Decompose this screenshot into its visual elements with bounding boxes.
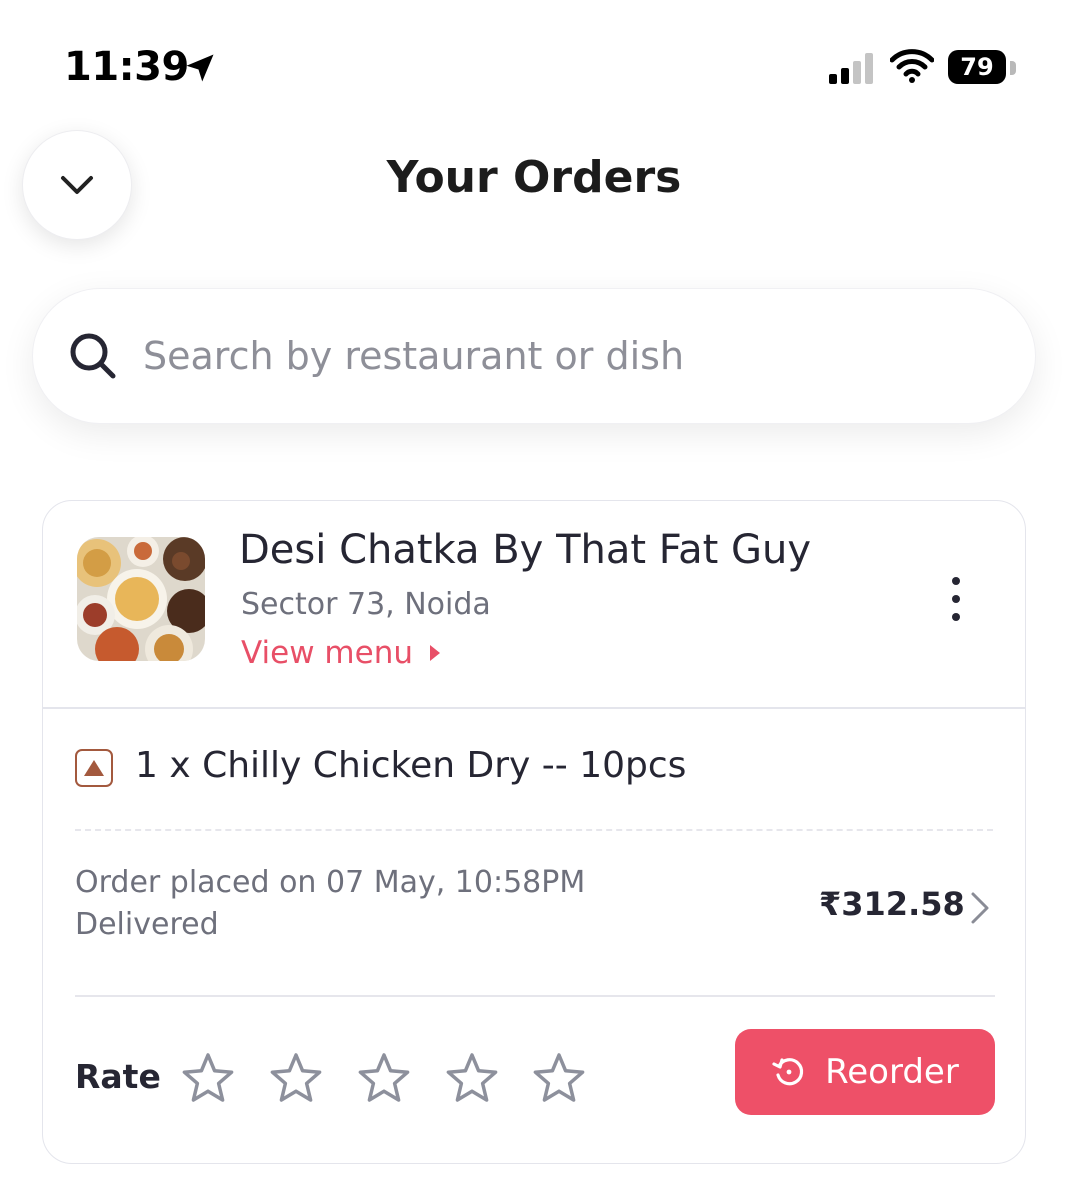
battery-level: 79 (960, 53, 994, 81)
restaurant-location: Sector 73, Noida (241, 587, 491, 622)
status-bar: 11:39 79 (0, 0, 1068, 120)
star-icon[interactable] (269, 1051, 323, 1105)
non-veg-icon (75, 749, 113, 787)
rate-label: Rate (75, 1057, 161, 1096)
view-menu-label: View menu (241, 635, 413, 671)
divider (43, 707, 1025, 709)
order-card[interactable]: Desi Chatka By That Fat Guy Sector 73, N… (42, 500, 1026, 1164)
search-bar[interactable] (32, 288, 1036, 424)
star-icon[interactable] (532, 1051, 586, 1105)
battery-cap (1010, 61, 1016, 75)
divider (75, 995, 995, 997)
restaurant-name[interactable]: Desi Chatka By That Fat Guy (239, 527, 811, 573)
more-options-icon[interactable] (937, 577, 975, 621)
search-input[interactable] (143, 334, 963, 378)
order-placed-text: Order placed on 07 May, 10:58PM (75, 865, 586, 900)
order-item: 1 x Chilly Chicken Dry -- 10pcs (135, 745, 687, 786)
page-title: Your Orders (386, 152, 682, 203)
dashed-divider (75, 829, 993, 831)
order-total[interactable]: ₹312.58 (819, 885, 965, 923)
search-icon (70, 333, 116, 379)
reorder-label: Reorder (825, 1052, 959, 1092)
restaurant-image[interactable] (77, 537, 205, 661)
chevron-right-icon[interactable] (967, 891, 993, 925)
reorder-icon (772, 1058, 804, 1086)
location-arrow-icon (186, 54, 214, 82)
star-icon[interactable] (181, 1051, 235, 1105)
star-icon[interactable] (445, 1051, 499, 1105)
order-status: Delivered (75, 907, 219, 942)
caret-right-icon (429, 645, 440, 661)
view-menu-link[interactable]: View menu (241, 635, 441, 671)
wifi-icon (890, 49, 934, 83)
battery-icon: 79 (948, 50, 1006, 84)
cellular-signal-icon (829, 53, 873, 84)
status-time: 11:39 (64, 44, 189, 90)
star-icon[interactable] (357, 1051, 411, 1105)
reorder-button[interactable]: Reorder (735, 1029, 995, 1115)
